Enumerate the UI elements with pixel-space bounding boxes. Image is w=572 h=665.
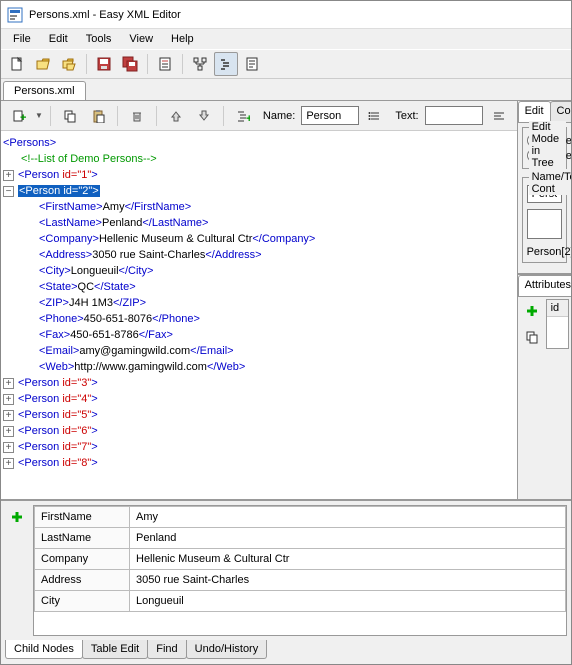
node-path: Person[2] [527,246,562,258]
expand-icon[interactable]: + [3,458,14,469]
expand-icon[interactable]: + [3,170,14,181]
table-row[interactable]: LastNamePenland [35,528,566,549]
menu-edit[interactable]: Edit [41,31,76,47]
tree-view-button[interactable] [188,52,212,76]
name-input[interactable] [301,106,359,125]
open-file-button[interactable] [31,52,55,76]
expand-icon[interactable]: + [3,410,14,421]
table-row[interactable]: CityLongueuil [35,591,566,612]
name-text-fieldset: Name/Text Cont Person[2] [522,177,567,263]
text-input[interactable] [425,106,483,125]
menu-view[interactable]: View [121,31,161,47]
menu-help[interactable]: Help [163,31,202,47]
align-icon[interactable] [487,104,511,128]
name-label: Name: [263,110,295,122]
main-toolbar [1,49,571,79]
titlebar: Persons.xml - Easy XML Editor [1,1,571,29]
tab-copypaste[interactable]: Copy/Paste [550,101,571,122]
table-row[interactable]: CompanyHellenic Museum & Cultural Ctr [35,549,566,570]
indent-button[interactable]: + [231,104,255,128]
expand-icon[interactable]: + [3,426,14,437]
add-row-button[interactable] [5,505,29,529]
text-value-input[interactable] [527,209,562,239]
copy-button[interactable] [58,104,82,128]
list-icon[interactable] [363,104,387,128]
menubar: File Edit Tools View Help [1,29,571,49]
attributes-table[interactable]: id [546,299,569,349]
tab-edit[interactable]: Edit [518,101,551,122]
expand-icon[interactable]: + [3,378,14,389]
svg-text:+: + [20,112,26,123]
doc-properties-button[interactable] [153,52,177,76]
table-row[interactable]: FirstNameAmy [35,507,566,528]
tab-child-nodes[interactable]: Child Nodes [5,640,83,659]
tab-attributes[interactable]: Attributes [518,275,571,296]
table-row[interactable]: Address3050 rue Saint-Charles [35,570,566,591]
expand-icon[interactable]: + [3,394,14,405]
tab-table-edit[interactable]: Table Edit [82,640,148,659]
tree-toolbar: + ▼ + Name: Text: [1,101,517,131]
text-view-button[interactable] [240,52,264,76]
edit-mode-fieldset: Edit Mode in Tree Name Te Name=Text [522,127,567,169]
save-all-button[interactable] [118,52,142,76]
text-label: Text: [395,110,418,122]
right-panel: Edit Copy/Paste Edit Mode in Tree Name T… [518,101,571,499]
menu-file[interactable]: File [5,31,39,47]
document-tab[interactable]: Persons.xml [3,81,86,100]
new-file-button[interactable] [5,52,29,76]
new-node-button[interactable]: + [7,104,31,128]
add-attr-button[interactable] [520,299,544,323]
paste-button[interactable] [86,104,110,128]
app-icon [7,7,23,23]
child-nodes-grid[interactable]: FirstNameAmyLastNamePenlandCompanyHellen… [33,505,567,636]
menu-tools[interactable]: Tools [78,31,120,47]
tab-find[interactable]: Find [147,640,186,659]
document-tabs: Persons.xml [1,79,571,101]
xml-tree[interactable]: <Persons><!--List of Demo Persons-->+<Pe… [1,131,517,499]
source-view-button[interactable] [214,52,238,76]
open-folder-button[interactable] [57,52,81,76]
expand-icon[interactable]: + [3,442,14,453]
window-title: Persons.xml - Easy XML Editor [29,9,181,21]
delete-button[interactable] [125,104,149,128]
expand-icon[interactable]: − [3,186,14,197]
tab-undo-history[interactable]: Undo/History [186,640,268,659]
move-down-button[interactable] [192,104,216,128]
svg-text:+: + [246,113,250,123]
copy-attr-button[interactable] [520,325,544,349]
save-button[interactable] [92,52,116,76]
move-up-button[interactable] [164,104,188,128]
